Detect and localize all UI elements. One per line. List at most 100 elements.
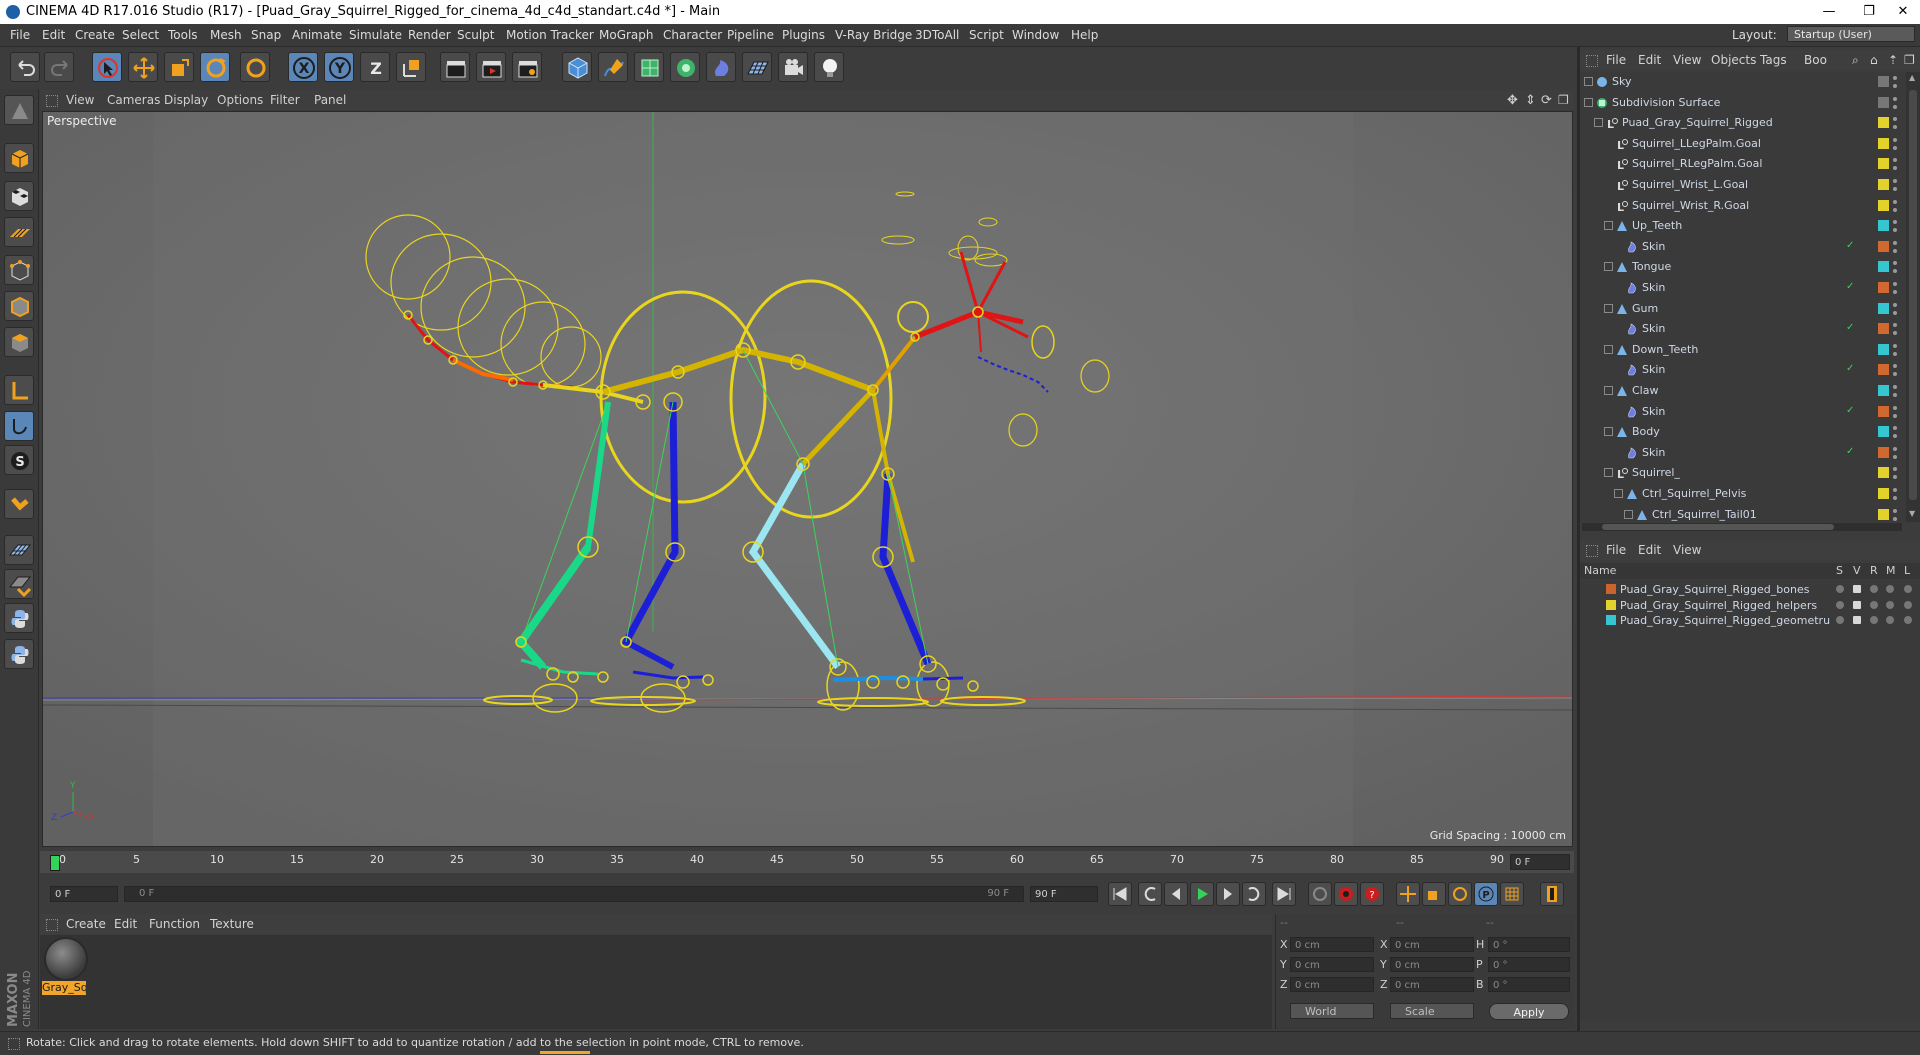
layer-render-toggle[interactable] xyxy=(1870,616,1878,624)
deformer-button[interactable] xyxy=(706,52,736,82)
layer-color-tag[interactable] xyxy=(1878,220,1889,232)
object-row[interactable]: L Squirrel_Wrist_L.Goal xyxy=(1580,175,1906,195)
menu-sculpt[interactable]: Sculpt xyxy=(457,28,494,42)
layer-color-tag[interactable] xyxy=(1878,261,1889,273)
magnet-button[interactable] xyxy=(4,489,34,519)
object-row[interactable]: Sky xyxy=(1580,72,1906,92)
render-visibility-dot[interactable] xyxy=(1893,187,1897,191)
menu-edit[interactable]: Edit xyxy=(42,28,65,42)
tree-expand-toggle[interactable] xyxy=(1604,344,1613,354)
timeline-window-button[interactable] xyxy=(1540,882,1564,906)
render-visibility-dot[interactable] xyxy=(1893,207,1897,212)
z-axis-lock-button[interactable]: Z xyxy=(360,52,390,82)
live-selection-button[interactable] xyxy=(92,52,122,82)
layer-color-tag[interactable] xyxy=(1878,343,1889,355)
layer-view-toggle[interactable] xyxy=(1853,600,1861,609)
floor-button[interactable] xyxy=(742,52,772,82)
editor-visibility-dot[interactable] xyxy=(1893,199,1897,204)
light-button[interactable] xyxy=(814,52,844,82)
object-row[interactable]: Skin ✓ xyxy=(1580,402,1906,422)
layer-color-tag[interactable] xyxy=(1878,467,1889,479)
render-visibility-dot[interactable] xyxy=(1893,434,1897,439)
texture-mode-button[interactable] xyxy=(4,181,34,211)
enabled-check-icon[interactable]: ✓ xyxy=(1846,363,1854,374)
layer-color-tag[interactable] xyxy=(1878,240,1889,252)
render-visibility-dot[interactable] xyxy=(1893,145,1897,150)
render-settings-button[interactable] xyxy=(512,52,542,82)
viewport-toggle-icon[interactable]: ❐ xyxy=(1558,93,1569,107)
menu-vray-bridge[interactable]: V-Ray Bridge xyxy=(835,28,912,42)
editor-visibility-dot[interactable] xyxy=(1893,240,1897,245)
viewport-move-icon[interactable]: ✥ xyxy=(1507,93,1518,108)
layer-color-tag[interactable] xyxy=(1878,446,1889,458)
layer-color-tag[interactable] xyxy=(1878,508,1889,520)
tree-expand-toggle[interactable] xyxy=(1604,262,1613,272)
editor-visibility-dot[interactable] xyxy=(1893,467,1897,472)
editor-visibility-dot[interactable] xyxy=(1893,488,1897,492)
layer-color-tag[interactable] xyxy=(1878,96,1889,108)
preview-range-slider[interactable]: 0 F 90 F xyxy=(124,886,1024,902)
current-frame-field[interactable]: 0 F xyxy=(1510,854,1570,870)
key-parameter-button[interactable]: P xyxy=(1474,882,1498,906)
layer-lock-toggle[interactable] xyxy=(1904,616,1912,624)
perspective-viewport[interactable]: Y X Z Perspective Grid Spacing : 10000 c… xyxy=(42,111,1573,847)
layer-color-tag[interactable] xyxy=(1878,302,1889,314)
menu-pipeline[interactable]: Pipeline xyxy=(727,28,774,42)
object-row[interactable]: L Squirrel_Wrist_R.Goal xyxy=(1580,196,1906,216)
layer-view-toggle[interactable] xyxy=(1853,585,1861,593)
layer-manager-toggle[interactable] xyxy=(1886,585,1894,593)
menu-motion-tracker[interactable]: Motion Tracker xyxy=(506,28,594,42)
end-frame-field[interactable]: 90 F xyxy=(1030,886,1098,902)
object-row[interactable]: Ctrl_Squirrel_Pelvis xyxy=(1580,484,1906,504)
key-scale-button[interactable] xyxy=(1422,882,1446,906)
render-visibility-dot[interactable] xyxy=(1893,496,1897,500)
object-row[interactable]: L Squirrel_LLegPalm.Goal xyxy=(1580,134,1906,154)
layer-lock-toggle[interactable] xyxy=(1904,585,1912,593)
editor-visibility-dot[interactable] xyxy=(1893,76,1897,80)
recent-tool-button[interactable] xyxy=(240,52,270,82)
layer-col-locked[interactable]: L xyxy=(1904,564,1910,577)
viewport-rotate-icon[interactable]: ⟳ xyxy=(1541,93,1552,108)
layer-solo-toggle[interactable] xyxy=(1836,585,1844,593)
menu-window[interactable]: Window xyxy=(1012,28,1059,42)
layer-color-swatch[interactable] xyxy=(1606,615,1616,625)
lm-menu-edit[interactable]: Edit xyxy=(1638,543,1661,557)
editor-visibility-dot[interactable] xyxy=(1893,302,1897,307)
rotation-b-field[interactable]: 0 ° xyxy=(1488,977,1570,992)
object-row[interactable]: Skin ✓ xyxy=(1580,237,1906,257)
key-rotation-button[interactable] xyxy=(1448,882,1472,906)
tree-expand-toggle[interactable] xyxy=(1604,468,1613,478)
make-editable-button[interactable] xyxy=(4,95,34,125)
render-visibility-dot[interactable] xyxy=(1893,454,1897,459)
start-frame-field[interactable]: 0 F xyxy=(50,886,118,902)
menu-file[interactable]: File xyxy=(10,28,30,42)
tree-expand-toggle[interactable] xyxy=(1614,489,1623,498)
object-manager-hscrollbar[interactable] xyxy=(1582,523,1902,531)
spline-pen-button[interactable] xyxy=(598,52,628,82)
viewport-menu-cameras[interactable]: Cameras xyxy=(107,93,160,107)
layer-color-tag[interactable] xyxy=(1878,158,1889,170)
render-view-button[interactable] xyxy=(440,52,470,82)
layer-color-tag[interactable] xyxy=(1878,179,1889,190)
coordinate-system-select[interactable]: World xyxy=(1290,1003,1374,1019)
render-visibility-dot[interactable] xyxy=(1893,310,1897,315)
layer-color-tag[interactable] xyxy=(1878,137,1889,149)
enabled-check-icon[interactable]: ✓ xyxy=(1846,240,1854,251)
subdivision-surface-button[interactable] xyxy=(634,52,664,82)
tweak-mode-button[interactable] xyxy=(4,411,34,441)
object-row[interactable]: Up_Teeth xyxy=(1580,216,1906,236)
render-visibility-dot[interactable] xyxy=(1893,84,1897,88)
render-visibility-dot[interactable] xyxy=(1893,125,1897,130)
object-row[interactable]: Subdivision Surface xyxy=(1580,93,1906,113)
redo-button[interactable] xyxy=(44,52,74,82)
object-row[interactable]: L Squirrel_ xyxy=(1580,463,1906,483)
layer-color-tag[interactable] xyxy=(1878,426,1889,438)
object-row[interactable]: Skin ✓ xyxy=(1580,360,1906,380)
editor-visibility-dot[interactable] xyxy=(1893,385,1897,389)
editor-visibility-dot[interactable] xyxy=(1893,343,1897,348)
cloner-button[interactable] xyxy=(670,52,700,82)
layer-col-render[interactable]: R xyxy=(1870,564,1878,577)
timeline-ruler[interactable]: 0 5 10 15 20 25 30 35 40 45 50 55 60 65 … xyxy=(40,851,1574,873)
rotate-button[interactable] xyxy=(200,52,230,82)
edges-mode-button[interactable] xyxy=(4,291,34,321)
